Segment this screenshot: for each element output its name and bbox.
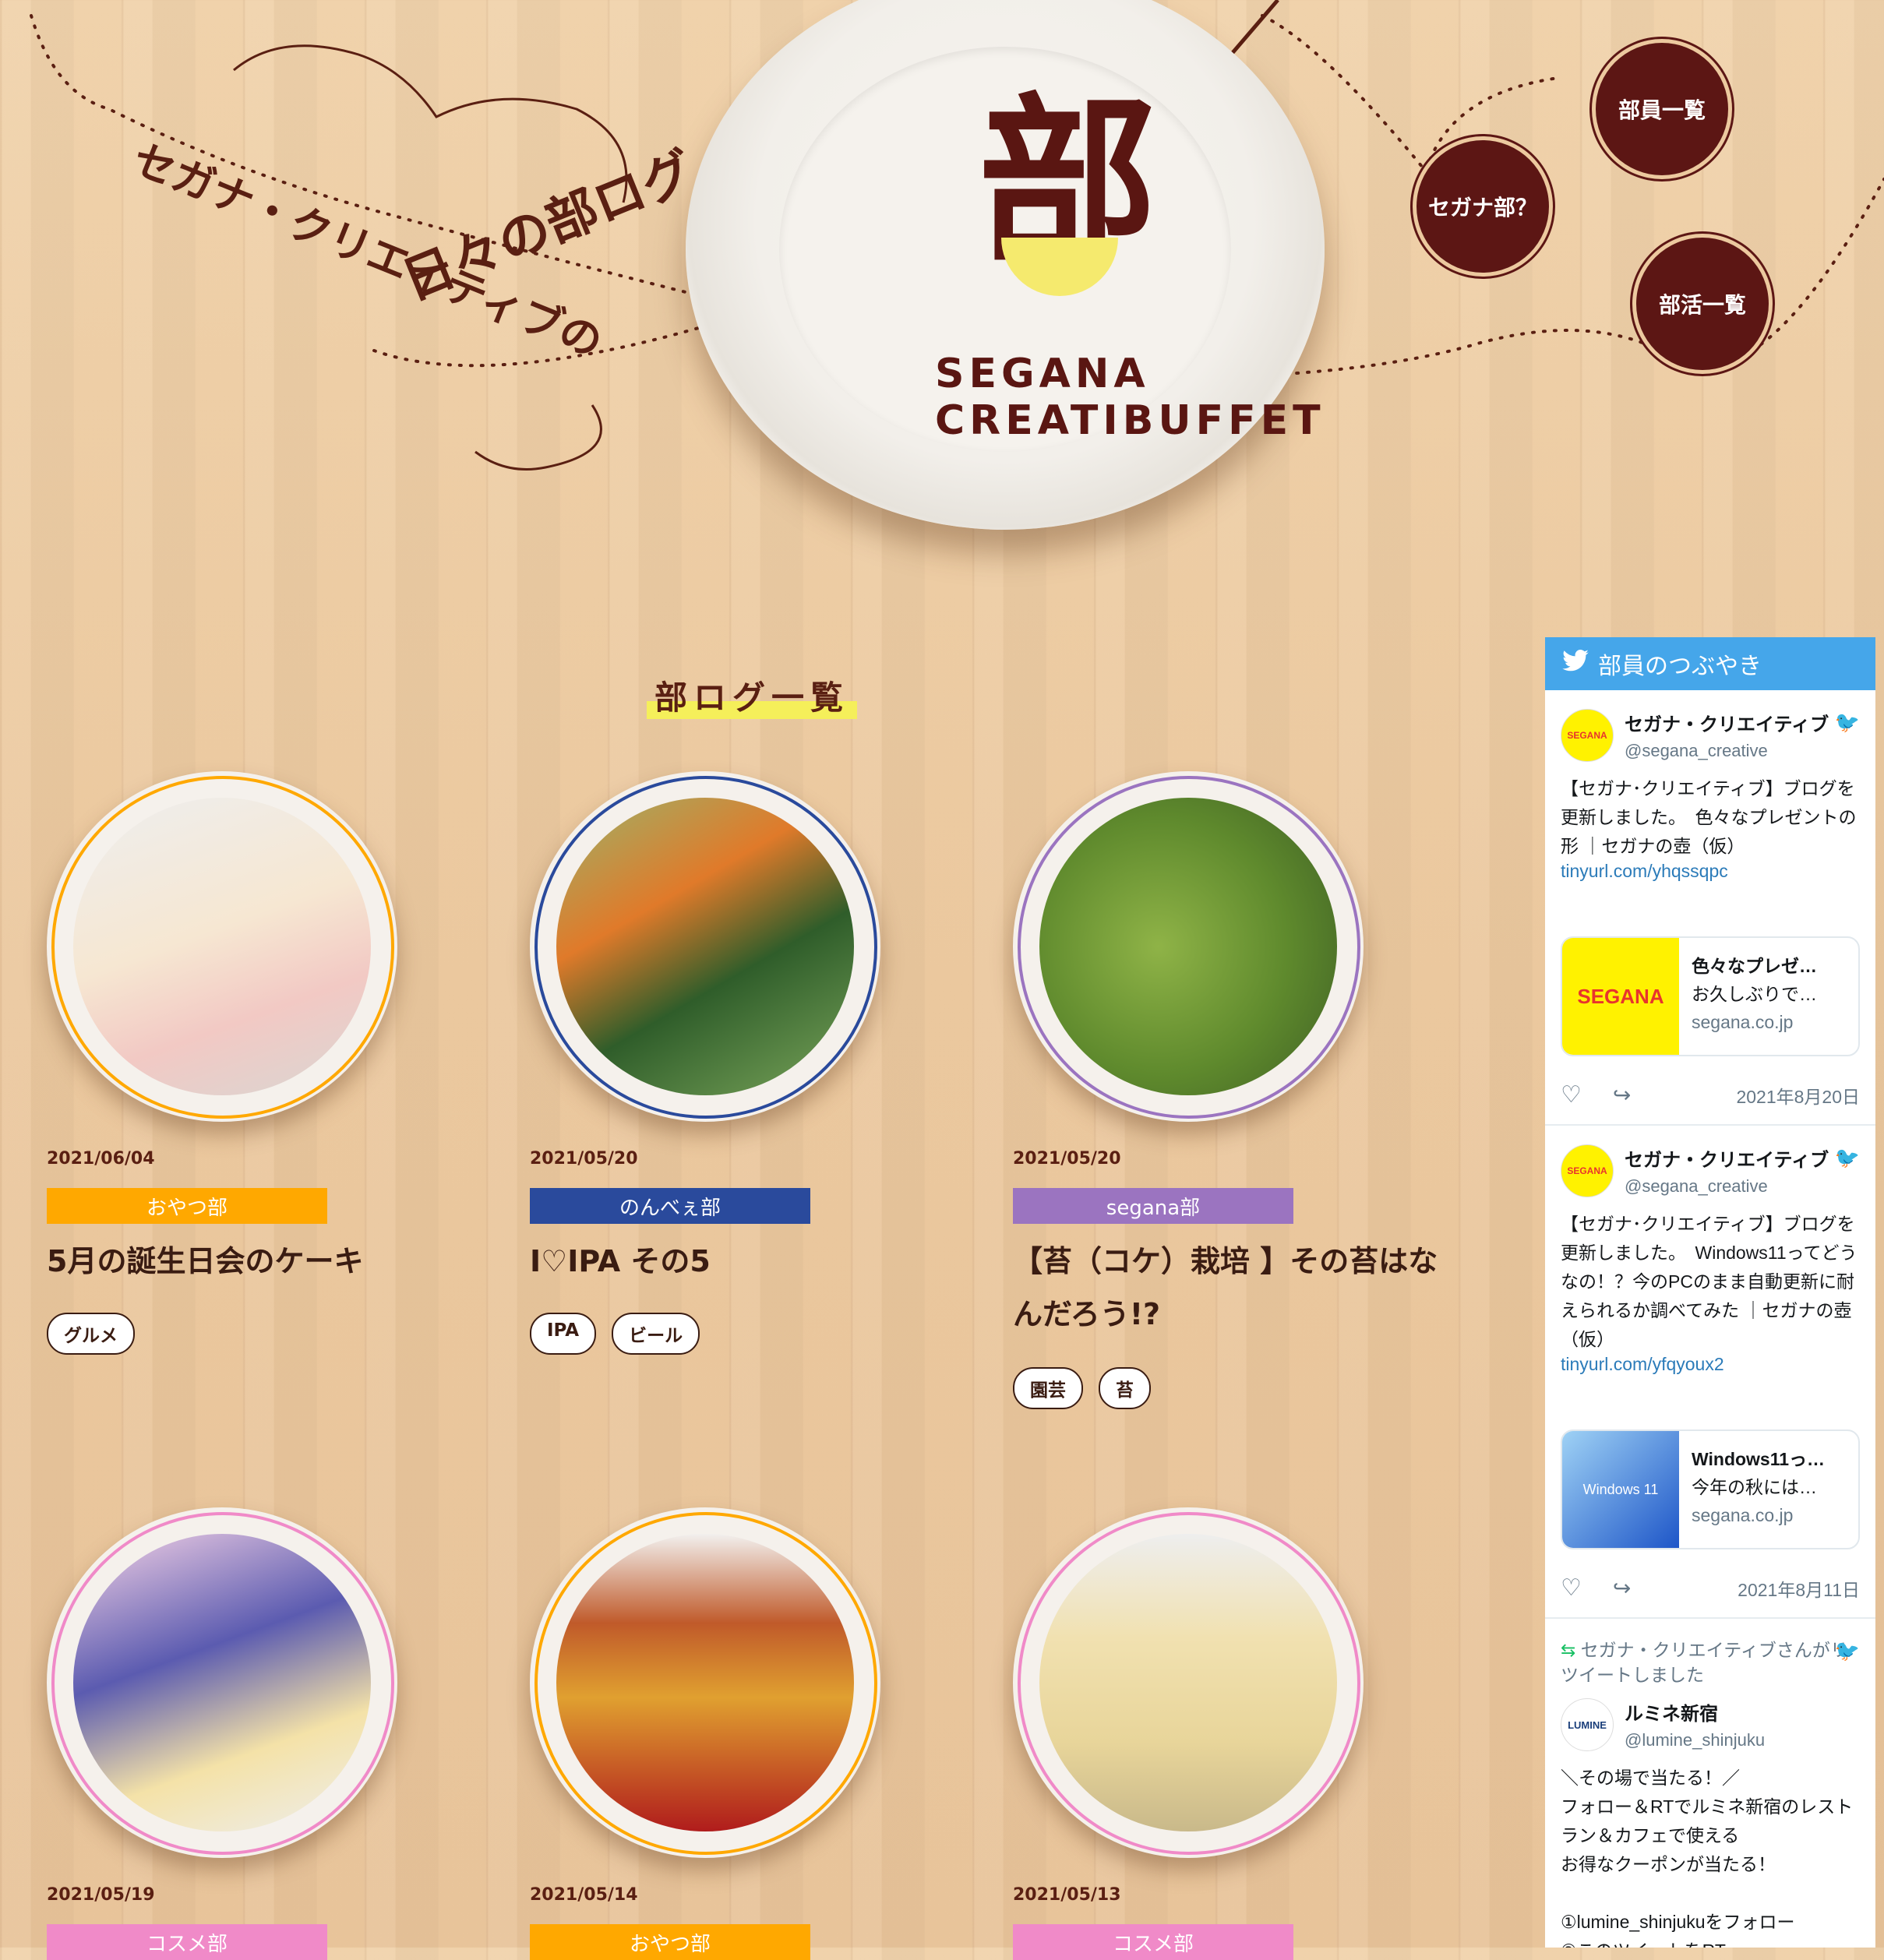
post-image	[556, 798, 854, 1095]
card-domain: segana.co.jp	[1692, 1505, 1794, 1525]
card-description: 今年の秋には…	[1692, 1477, 1817, 1497]
tag-pill[interactable]: IPA	[530, 1313, 597, 1355]
post-date: 2021/05/13	[1013, 1885, 1121, 1905]
tweet-link[interactable]: tinyurl.com/yhqssqpc	[1561, 861, 1860, 882]
nav-clubs-button[interactable]: 部活一覧	[1636, 238, 1769, 370]
twitter-header: 部員のつぶやき	[1545, 637, 1875, 690]
tweet-link-card[interactable]: SEGANA 色々なプレゼ… お久しぶりで… segana.co.jp	[1561, 936, 1860, 1056]
post-category[interactable]: のんべぇ部	[530, 1188, 810, 1224]
post-category[interactable]: segana部	[1013, 1188, 1293, 1224]
post-category[interactable]: おやつ部	[47, 1188, 327, 1224]
avatar[interactable]: SEGANA	[1561, 709, 1614, 762]
post-thumbnail[interactable]	[1013, 1507, 1364, 1858]
logo-subtitle: SEGANA CREATIBUFFET	[935, 351, 1325, 444]
logo-plate[interactable]: 部 SEGANA CREATIBUFFET	[686, 0, 1325, 530]
post-title[interactable]: 5月の誕生日会のケーキ	[47, 1235, 491, 1288]
logo-yolk-shape	[1001, 238, 1118, 296]
post-thumbnail[interactable]	[530, 771, 880, 1122]
post-tags: グルメ	[47, 1313, 135, 1355]
retweet[interactable]: 🐦 ⇆ セガナ・クリエイティブさんがリツイートしました LUMINE ルミネ新宿…	[1545, 1619, 1875, 1948]
post-tags: IPA ビール	[530, 1313, 700, 1355]
retweet-icon: ⇆	[1561, 1640, 1576, 1660]
post-thumbnail[interactable]	[47, 771, 397, 1122]
section-title: 部ログ一覧	[647, 672, 858, 719]
post-title[interactable]: 【苔（コケ）栽培 】その苔はなんだろう!?	[1013, 1235, 1457, 1341]
card-thumbnail: SEGANA	[1562, 938, 1679, 1055]
tweet-date[interactable]: 2021年8月20日	[1736, 1082, 1860, 1109]
post-date: 2021/05/20	[530, 1149, 638, 1169]
post-thumbnail[interactable]	[1013, 771, 1364, 1122]
card-title: Windows11っ…	[1692, 1449, 1826, 1469]
tweet-author-name[interactable]: ルミネ新宿	[1625, 1698, 1765, 1726]
tweet-author-name[interactable]: セガナ・クリエイティブ	[1625, 709, 1829, 736]
avatar[interactable]: LUMINE	[1561, 1698, 1614, 1751]
plate-center: 部 SEGANA CREATIBUFFET	[779, 47, 1321, 452]
tweet-link-card[interactable]: Windows 11 Windows11っ… 今年の秋には… segana.co…	[1561, 1429, 1860, 1549]
tweet-author-name[interactable]: セガナ・クリエイティブ	[1625, 1144, 1829, 1172]
post-category[interactable]: コスメ部	[1013, 1924, 1293, 1960]
card-thumbnail: Windows 11	[1562, 1431, 1679, 1548]
post-image	[73, 798, 371, 1095]
like-icon[interactable]: ♡	[1561, 1574, 1582, 1602]
tweet-date[interactable]: 2021年8月11日	[1738, 1575, 1860, 1602]
tweet-author-handle[interactable]: @segana_creative	[1625, 741, 1829, 761]
tag-pill[interactable]: ビール	[612, 1313, 700, 1355]
tag-pill[interactable]: 園芸	[1013, 1367, 1083, 1409]
post-date: 2021/05/20	[1013, 1149, 1121, 1169]
card-description: お久しぶりで…	[1692, 984, 1817, 1004]
post-image	[73, 1534, 371, 1831]
twitter-bird-icon: 🐦	[1834, 1639, 1860, 1662]
tweet[interactable]: 🐦 SEGANA セガナ・クリエイティブ @segana_creative 【セ…	[1545, 690, 1875, 1126]
post-tags: 園芸苔	[1013, 1367, 1151, 1409]
nav-about-button[interactable]: セガナ部？	[1417, 140, 1549, 273]
post-thumbnail[interactable]	[47, 1507, 397, 1858]
avatar[interactable]: SEGANA	[1561, 1144, 1614, 1197]
post-image	[1039, 1534, 1337, 1831]
share-icon[interactable]: ↪	[1613, 1082, 1631, 1108]
like-icon[interactable]: ♡	[1561, 1081, 1582, 1109]
post-category[interactable]: おやつ部	[530, 1924, 810, 1960]
tweet-author-handle[interactable]: @segana_creative	[1625, 1176, 1829, 1197]
tweet-text: 【セガナ･クリエイティブ】ブログを更新しました。 Windows11ってどうなの…	[1561, 1214, 1858, 1349]
tweet[interactable]: 🐦 SEGANA セガナ・クリエイティブ @segana_creative 【セ…	[1545, 1126, 1875, 1619]
twitter-bird-icon	[1562, 649, 1589, 678]
tweet-link[interactable]: tinyurl.com/yfqyoux2	[1561, 1354, 1860, 1375]
post-category[interactable]: コスメ部	[47, 1924, 327, 1960]
card-title: 色々なプレゼ…	[1692, 956, 1817, 976]
share-icon[interactable]: ↪	[1613, 1575, 1631, 1601]
post-thumbnail[interactable]	[530, 1507, 880, 1858]
post-image	[556, 1534, 854, 1831]
tag-pill[interactable]: 苔	[1099, 1367, 1151, 1409]
tweet-text: 【セガナ･クリエイティブ】ブログを更新しました。 色々なプレゼントの形 ｜セガナ…	[1561, 778, 1857, 856]
post-title[interactable]: I♡IPA その5	[530, 1235, 974, 1288]
post-date: 2021/05/19	[47, 1885, 155, 1905]
twitter-header-title: 部員のつぶやき	[1598, 654, 1762, 679]
twitter-bird-icon: 🐦	[1834, 1146, 1860, 1169]
post-date: 2021/05/14	[530, 1885, 638, 1905]
tweet-text: ＼その場で当たる！／ フォロー＆RTでルミネ新宿のレストラン＆カフェで使える お…	[1561, 1768, 1854, 1948]
nav-members-button[interactable]: 部員一覧	[1596, 43, 1728, 175]
tag-pill[interactable]: グルメ	[47, 1313, 135, 1355]
post-image	[1039, 798, 1337, 1095]
tweet-author-handle[interactable]: @lumine_shinjuku	[1625, 1730, 1765, 1750]
card-domain: segana.co.jp	[1692, 1012, 1794, 1032]
twitter-timeline[interactable]: 部員のつぶやき 🐦 SEGANA セガナ・クリエイティブ @segana_cre…	[1545, 637, 1875, 1948]
twitter-bird-icon: 🐦	[1834, 710, 1860, 734]
retweet-label: セガナ・クリエイティブさんがリツイートしました	[1561, 1640, 1848, 1685]
post-date: 2021/06/04	[47, 1149, 155, 1169]
